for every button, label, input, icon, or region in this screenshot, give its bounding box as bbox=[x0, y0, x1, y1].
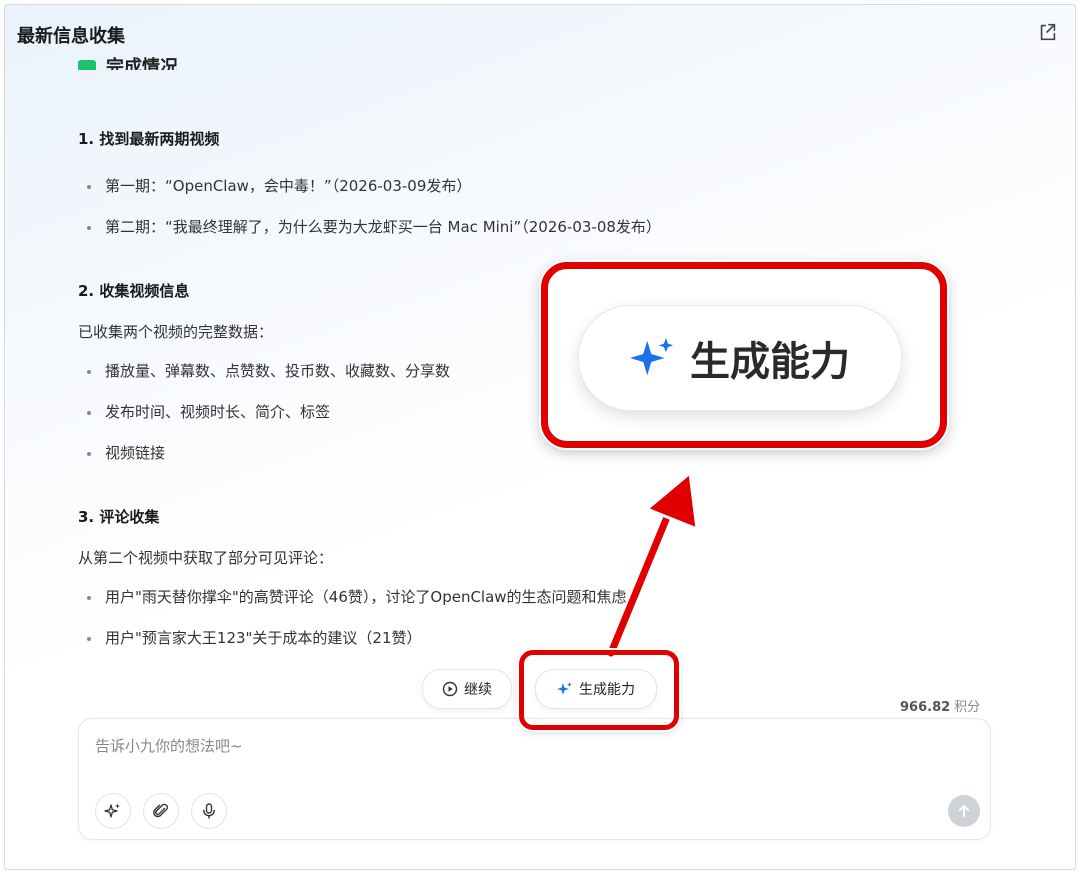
send-button[interactable] bbox=[948, 795, 980, 827]
attach-button[interactable] bbox=[143, 793, 179, 829]
status-heading: 完成情况 bbox=[78, 54, 178, 70]
list-item: 用户"雨天替你撑伞"的高赞评论（46赞），讨论了OpenClaw的生态问题和焦虑 bbox=[78, 587, 627, 628]
arrow-up-icon bbox=[958, 805, 970, 817]
credits-balance: 966.82 积分 bbox=[900, 696, 980, 715]
top-bar: 最新信息收集 bbox=[5, 5, 1075, 61]
section-title-2: 2. 收集视频信息 bbox=[78, 282, 190, 300]
microphone-icon bbox=[203, 803, 215, 819]
credits-unit: 积分 bbox=[954, 700, 981, 715]
share-export-icon[interactable] bbox=[1037, 21, 1059, 43]
section-list-2: 播放量、弹幕数、点赞数、投币数、收藏数、分享数 发布时间、视频时长、简介、标签 … bbox=[78, 361, 450, 484]
zoomed-generate-capability-button: 生成能力 bbox=[578, 305, 902, 411]
section-intro-3: 从第二个视频中获取了部分可见评论： bbox=[78, 549, 334, 567]
section-title-3: 3. 评论收集 bbox=[78, 508, 160, 526]
annotation-highlight-box bbox=[519, 650, 679, 730]
credits-value: 966.82 bbox=[900, 700, 951, 715]
section-title-1: 1. 找到最新两期视频 bbox=[78, 130, 220, 148]
check-icon bbox=[78, 60, 96, 70]
continue-label: 继续 bbox=[464, 682, 492, 698]
zoomed-label: 生成能力 bbox=[690, 339, 850, 385]
message-input[interactable] bbox=[93, 733, 957, 759]
sparkle-tool-button[interactable] bbox=[95, 793, 131, 829]
list-item: 视频链接 bbox=[78, 443, 450, 484]
message-composer bbox=[78, 718, 991, 840]
sparkle-icon bbox=[104, 803, 120, 818]
list-item: 播放量、弹幕数、点赞数、投币数、收藏数、分享数 bbox=[78, 361, 450, 402]
list-item: 第二期：“我最终理解了，为什么要为大龙虾买一台 Mac Mini”（2026-0… bbox=[78, 217, 661, 258]
paperclip-icon bbox=[153, 803, 168, 818]
sparkle-icon bbox=[630, 337, 674, 376]
section-intro-2: 已收集两个视频的完整数据： bbox=[78, 323, 274, 341]
page-title: 最新信息收集 bbox=[17, 26, 125, 47]
list-item: 第一期：“OpenClaw，会中毒！”（2026-03-09发布） bbox=[78, 176, 661, 217]
annotation-zoom-callout: 生成能力 bbox=[541, 262, 947, 448]
voice-input-button[interactable] bbox=[191, 793, 227, 829]
list-item: 发布时间、视频时长、简介、标签 bbox=[78, 402, 450, 443]
continue-button[interactable]: 继续 bbox=[422, 669, 512, 709]
play-icon bbox=[442, 681, 458, 697]
section-list-1: 第一期：“OpenClaw，会中毒！”（2026-03-09发布） 第二期：“我… bbox=[78, 176, 661, 258]
